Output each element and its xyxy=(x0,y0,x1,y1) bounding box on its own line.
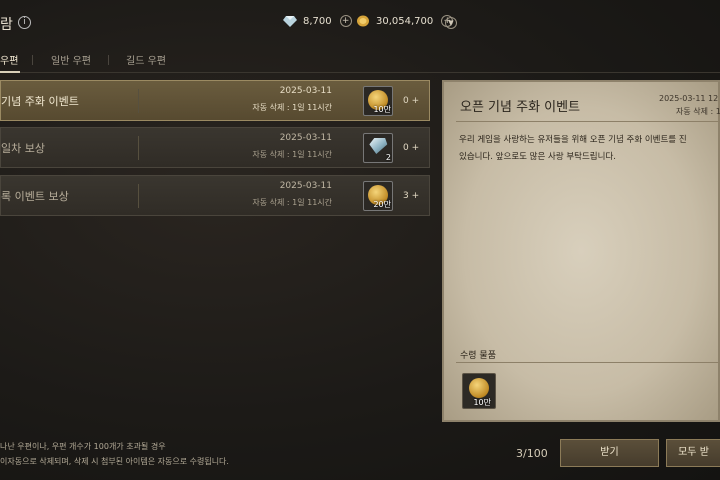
item-quantity: 2 xyxy=(385,153,391,162)
footer-note: 이자동으로 삭제되며, 삭제 시 첨부된 아이템은 자동으로 수령됩니다. xyxy=(0,457,229,466)
reward-item-slot[interactable]: 10만 xyxy=(363,86,393,116)
active-tab-indicator xyxy=(0,71,20,73)
gold-currency: 30,054,700 + xyxy=(356,15,454,27)
reward-item-slot[interactable]: 10만 xyxy=(462,373,496,409)
mail-expire: 자동 삭제 : 1일 11시간 xyxy=(252,103,332,112)
reward-divider xyxy=(456,362,720,363)
item-quantity: 10만 xyxy=(373,105,391,114)
tab-divider xyxy=(108,55,109,65)
reward-item-slot[interactable]: 20만 xyxy=(363,181,393,211)
reward-items-label: 수령 물품 xyxy=(460,351,496,361)
mail-title: 록 이벤트 보상 xyxy=(1,190,69,203)
mail-title: 기념 주화 이벤트 xyxy=(1,95,79,108)
tab-general-mail[interactable]: 일반 우편 xyxy=(51,52,91,67)
item-quantity: 10만 xyxy=(473,398,491,407)
mail-detail-panel: 오픈 기념 주화 이벤트 2025-03-11 12 자동 삭제 : 1일 우리… xyxy=(442,80,720,422)
mail-row[interactable]: 일차 보상 2025-03-11 자동 삭제 : 1일 11시간 2 0 + xyxy=(0,127,430,168)
mail-count: 3/100 xyxy=(516,447,548,460)
receive-all-button[interactable]: 모두 받 xyxy=(666,439,720,467)
top-bar: 람 i 8,700 + 30,054,700 + ▼ xyxy=(0,0,720,44)
letter-body-line: 있습니다. 앞으로도 많은 사랑 부탁드립니다. xyxy=(459,152,616,162)
gold-coin-icon xyxy=(469,378,489,398)
row-divider xyxy=(138,136,139,160)
tab-mail[interactable]: 우편 xyxy=(0,52,18,67)
letter-body: 우리 게임을 사랑하는 유저들을 위해 오픈 기념 주화 이벤트를 진 있습니다… xyxy=(459,132,720,166)
mail-tabs: 우편 일반 우편 길드 우편 xyxy=(0,52,720,72)
tabs-divider xyxy=(0,72,720,73)
reward-count: 0 + xyxy=(403,143,420,153)
reward-count: 0 + xyxy=(403,96,420,106)
reward-count: 3 + xyxy=(403,191,420,201)
tab-guild-mail[interactable]: 길드 우편 xyxy=(126,52,166,67)
mail-row[interactable]: 기념 주화 이벤트 2025-03-11 자동 삭제 : 1일 11시간 10만… xyxy=(0,80,430,121)
row-divider xyxy=(138,89,139,113)
gold-amount: 30,054,700 xyxy=(376,15,434,27)
letter-date: 2025-03-11 12 xyxy=(659,94,719,103)
gem-icon xyxy=(283,16,297,27)
letter-title: 오픈 기념 주화 이벤트 xyxy=(460,100,581,115)
page-title: 람 xyxy=(0,17,13,33)
row-divider xyxy=(138,184,139,208)
gem-currency: 8,700 + xyxy=(283,15,352,27)
add-gem-button[interactable]: + xyxy=(339,15,352,27)
reward-item-slot[interactable]: 2 xyxy=(363,133,393,163)
receive-button[interactable]: 받기 xyxy=(560,439,659,467)
chevron-down-icon[interactable]: ▼ xyxy=(445,17,457,29)
mail-date: 2025-03-11 xyxy=(279,181,332,191)
mail-date: 2025-03-11 xyxy=(279,133,332,143)
mail-expire: 자동 삭제 : 1일 11시간 xyxy=(252,150,332,159)
footer-note: 나난 우편이나, 우편 개수가 100개가 초과될 경우 xyxy=(0,442,166,451)
gem-amount: 8,700 xyxy=(303,15,332,27)
info-icon[interactable]: i xyxy=(18,16,31,29)
letter-expire: 자동 삭제 : 1일 xyxy=(676,107,720,116)
letter-body-line: 우리 게임을 사랑하는 유저들을 위해 오픈 기념 주화 이벤트를 진 xyxy=(459,135,687,145)
letter-divider xyxy=(456,121,720,122)
gem-icon xyxy=(367,138,388,154)
mail-row[interactable]: 록 이벤트 보상 2025-03-11 자동 삭제 : 1일 11시간 20만 … xyxy=(0,175,430,216)
gold-coin-icon xyxy=(357,15,369,27)
tab-divider xyxy=(32,55,33,65)
item-quantity: 20만 xyxy=(373,200,391,209)
mail-title: 일차 보상 xyxy=(1,142,45,155)
mail-expire: 자동 삭제 : 1일 11시간 xyxy=(252,198,332,207)
mail-date: 2025-03-11 xyxy=(279,86,332,96)
